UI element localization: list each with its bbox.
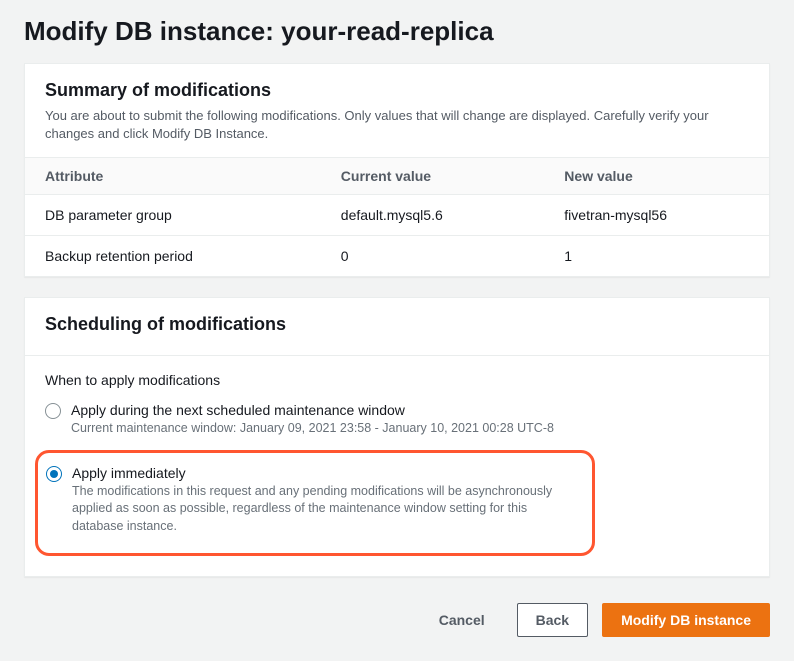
summary-desc: You are about to submit the following mo… — [45, 107, 749, 143]
cell-new: fivetran-mysql56 — [544, 195, 769, 236]
cell-attr: DB parameter group — [25, 195, 321, 236]
scheduling-panel: Scheduling of modifications When to appl… — [24, 297, 770, 577]
summary-panel: Summary of modifications You are about t… — [24, 63, 770, 277]
cancel-button[interactable]: Cancel — [421, 604, 503, 636]
when-to-apply-label: When to apply modifications — [45, 372, 749, 388]
col-attribute: Attribute — [25, 158, 321, 195]
highlight-annotation: Apply immediately The modifications in t… — [35, 450, 595, 557]
table-row: Backup retention period 0 1 — [25, 236, 769, 277]
option-label: Apply during the next scheduled maintena… — [71, 402, 554, 418]
table-row: DB parameter group default.mysql5.6 five… — [25, 195, 769, 236]
table-header-row: Attribute Current value New value — [25, 158, 769, 195]
cell-current: 0 — [321, 236, 545, 277]
option-maintenance-window[interactable]: Apply during the next scheduled maintena… — [45, 398, 749, 446]
option-sublabel: The modifications in this request and an… — [72, 483, 582, 536]
back-button[interactable]: Back — [517, 603, 588, 637]
scheduling-title: Scheduling of modifications — [45, 314, 749, 335]
modify-db-instance-button[interactable]: Modify DB instance — [602, 603, 770, 637]
col-current-value: Current value — [321, 158, 545, 195]
radio-icon[interactable] — [46, 466, 62, 482]
cell-attr: Backup retention period — [25, 236, 321, 277]
option-sublabel: Current maintenance window: January 09, … — [71, 420, 554, 438]
option-label: Apply immediately — [72, 465, 582, 481]
option-apply-immediately[interactable]: Apply immediately The modifications in t… — [46, 461, 582, 544]
radio-icon[interactable] — [45, 403, 61, 419]
cell-new: 1 — [544, 236, 769, 277]
summary-title: Summary of modifications — [45, 80, 749, 101]
summary-table: Attribute Current value New value DB par… — [25, 157, 769, 276]
footer-actions: Cancel Back Modify DB instance — [24, 597, 770, 637]
page-title: Modify DB instance: your-read-replica — [24, 16, 770, 47]
cell-current: default.mysql5.6 — [321, 195, 545, 236]
col-new-value: New value — [544, 158, 769, 195]
